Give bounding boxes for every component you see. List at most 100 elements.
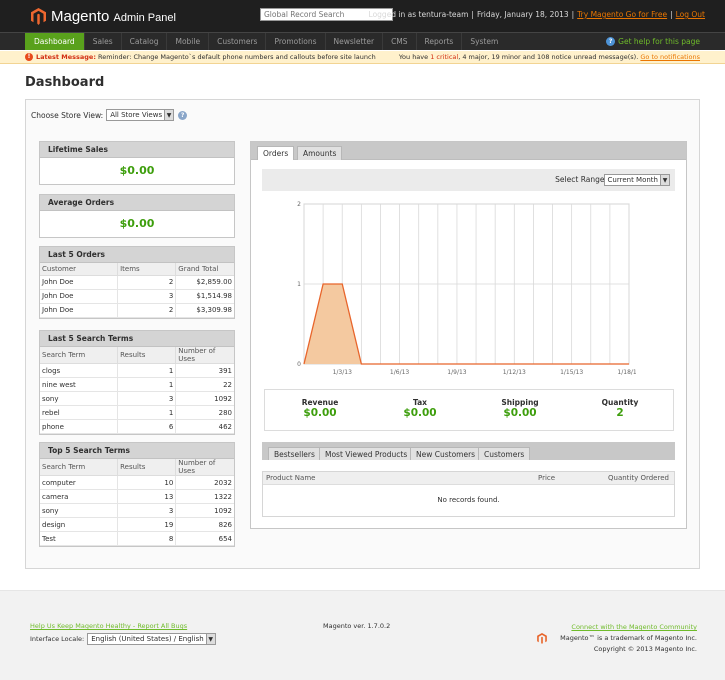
- x-tick-label: 1/6/13: [390, 369, 409, 376]
- tab-customers[interactable]: Customers: [478, 447, 531, 460]
- column-header[interactable]: Grand Total: [175, 263, 234, 276]
- table-row[interactable]: computer 10 2032: [40, 475, 234, 490]
- x-tick-label: 1/15/13: [560, 369, 583, 376]
- table-row[interactable]: camera 13 1322: [40, 489, 234, 504]
- nav-system[interactable]: System: [462, 33, 506, 50]
- last-orders-table: Customer Items Grand Total John Doe 2 $2,859…: [40, 263, 234, 318]
- range-select[interactable]: Current Month ▼: [603, 174, 670, 186]
- table-row[interactable]: nine west 1 22: [40, 377, 234, 392]
- x-tick-label: 1/9/13: [447, 369, 466, 376]
- header-links: Logged in as tentura-team | Friday, Januar…: [368, 10, 705, 19]
- column-header[interactable]: Items: [117, 263, 177, 276]
- table-row[interactable]: Test 8 654: [40, 531, 234, 546]
- version-text: Magento ver. 1.7.0.2: [323, 622, 391, 630]
- tab-amounts[interactable]: Amounts: [297, 146, 343, 160]
- tab-orders[interactable]: Orders: [257, 146, 295, 160]
- main-nav: Dashboard Sales Catalog Mobile Customers…: [0, 32, 725, 50]
- trademark-text: Magento™ is a trademark of Magento Inc.: [560, 634, 697, 642]
- page-title: Dashboard: [25, 75, 105, 90]
- x-tick-label: 1/3/13: [333, 369, 352, 376]
- footer-right: Connect with the Magento Community Magen…: [560, 622, 697, 655]
- product-tabs: Bestsellers Most Viewed Products New Cus…: [262, 442, 675, 460]
- alert-icon: !: [25, 53, 33, 61]
- store-view-switcher: Choose Store View: All Store Views ▼ ?: [31, 109, 188, 121]
- totals-bar: Revenue $0.00 Tax $0.00 Shipping $0.00 Quan…: [264, 389, 674, 431]
- nav-newsletter[interactable]: Newsletter: [326, 33, 384, 50]
- table-row[interactable]: phone 6 462: [40, 419, 234, 434]
- column-header[interactable]: Product Name: [266, 474, 315, 482]
- table-row[interactable]: clogs 1 391: [40, 363, 234, 378]
- column-header[interactable]: Results: [117, 459, 177, 476]
- range-label: Select Range:: [555, 175, 607, 184]
- community-link[interactable]: Connect with the Magento Community: [571, 623, 697, 631]
- tab-new-customers[interactable]: New Customers: [410, 447, 482, 460]
- tab-bestsellers[interactable]: Bestsellers: [268, 447, 321, 460]
- nav-promotions[interactable]: Promotions: [266, 33, 326, 50]
- store-view-select[interactable]: All Store Views ▼: [106, 109, 175, 121]
- logo[interactable]: Magento Admin Panel: [31, 6, 176, 26]
- magento-logo-icon: [31, 7, 46, 25]
- top-search-terms-box: Top 5 Search Terms Search Term Results Num…: [39, 442, 235, 547]
- question-icon[interactable]: ?: [178, 110, 188, 120]
- try-magento-go-link[interactable]: Try Magento Go for Free: [577, 10, 667, 19]
- header: Magento Admin Panel Logged in as tentura…: [0, 0, 725, 32]
- locale-switcher: Interface Locale: English (United States…: [30, 633, 216, 645]
- lifetime-sales-title: Lifetime Sales: [40, 142, 234, 158]
- nav-mobile[interactable]: Mobile: [167, 33, 210, 50]
- nav-sales[interactable]: Sales: [85, 33, 122, 50]
- average-orders-value: $0.00: [119, 217, 155, 230]
- report-bugs-link[interactable]: Help Us Keep Magento Healthy - Report Al…: [30, 622, 187, 630]
- nav-catalog[interactable]: Catalog: [122, 33, 168, 50]
- table-row[interactable]: John Doe 2 $2,859.00: [40, 275, 234, 290]
- table-row[interactable]: rebel 1 280: [40, 405, 234, 420]
- store-view-label: Choose Store View:: [31, 110, 104, 120]
- orders-chart: 0 1 2 1/3/13 1/6/13 1/9/13 1/12/13 1/15/13 1/18/…: [297, 201, 636, 376]
- table-row[interactable]: sony 3 1092: [40, 503, 234, 518]
- table-row[interactable]: sony 3 1092: [40, 391, 234, 406]
- locale-select[interactable]: English (United States) / English ▼: [87, 633, 216, 645]
- total-revenue: Revenue $0.00: [301, 398, 339, 419]
- magento-logo-icon: [537, 633, 547, 644]
- table-row[interactable]: John Doe 2 $3,309.98: [40, 303, 234, 318]
- logout-link[interactable]: Log Out: [676, 10, 705, 19]
- column-header[interactable]: Number of Uses: [175, 347, 234, 364]
- y-tick-label: 1: [297, 281, 301, 288]
- last-orders-title: Last 5 Orders: [40, 247, 234, 263]
- table-row[interactable]: design 19 826: [40, 517, 234, 532]
- notifications-link[interactable]: Go to notifications: [640, 53, 700, 61]
- tab-most-viewed-products[interactable]: Most Viewed Products: [319, 447, 414, 460]
- last-orders-box: Last 5 Orders Customer Items Grand Total J…: [39, 246, 235, 319]
- top-search-terms-title: Top 5 Search Terms: [40, 443, 234, 459]
- nav-dashboard[interactable]: Dashboard: [25, 33, 85, 50]
- total-tax: Tax $0.00: [403, 398, 437, 419]
- table-row[interactable]: John Doe 3 $1,514.98: [40, 289, 234, 304]
- nav-customers[interactable]: Customers: [209, 33, 267, 50]
- last-search-terms-table: Search Term Results Number of Uses clogs 1 3…: [40, 347, 234, 434]
- total-quantity: Quantity 2: [601, 398, 639, 419]
- nav-reports[interactable]: Reports: [417, 33, 463, 50]
- top-search-terms-table: Search Term Results Number of Uses compute…: [40, 459, 234, 546]
- brand-name: Magento Admin Panel: [51, 7, 176, 25]
- nav-cms[interactable]: CMS: [383, 33, 417, 50]
- help-icon: ?: [606, 37, 616, 46]
- column-header[interactable]: Customer: [40, 263, 119, 276]
- column-header[interactable]: Price: [538, 474, 555, 482]
- chevron-down-icon: ▼: [164, 110, 174, 120]
- chevron-down-icon: ▼: [660, 175, 669, 185]
- column-header[interactable]: Results: [117, 347, 177, 364]
- column-header[interactable]: Search Term: [40, 347, 119, 364]
- x-tick-label: 1/12/13: [503, 369, 526, 376]
- column-header[interactable]: Search Term: [40, 459, 119, 476]
- column-header[interactable]: Number of Uses: [175, 459, 234, 476]
- latest-message: Latest Message: Reminder: Change Magento…: [36, 53, 376, 61]
- last-search-terms-box: Last 5 Search Terms Search Term Results Nu…: [39, 330, 235, 435]
- average-orders-title: Average Orders: [40, 195, 234, 211]
- last-search-terms-title: Last 5 Search Terms: [40, 331, 234, 347]
- help-link[interactable]: ? Get help for this page: [606, 37, 700, 46]
- column-header[interactable]: Quantity Ordered: [608, 474, 669, 482]
- copyright-text: Copyright © 2013 Magento Inc.: [593, 645, 697, 653]
- range-bar: Select Range: Current Month ▼: [262, 169, 675, 191]
- locale-label: Interface Locale:: [30, 635, 85, 643]
- notification-summary: You have 1 critical, 4 major, 19 minor a…: [398, 53, 700, 61]
- total-shipping: Shipping $0.00: [501, 398, 539, 419]
